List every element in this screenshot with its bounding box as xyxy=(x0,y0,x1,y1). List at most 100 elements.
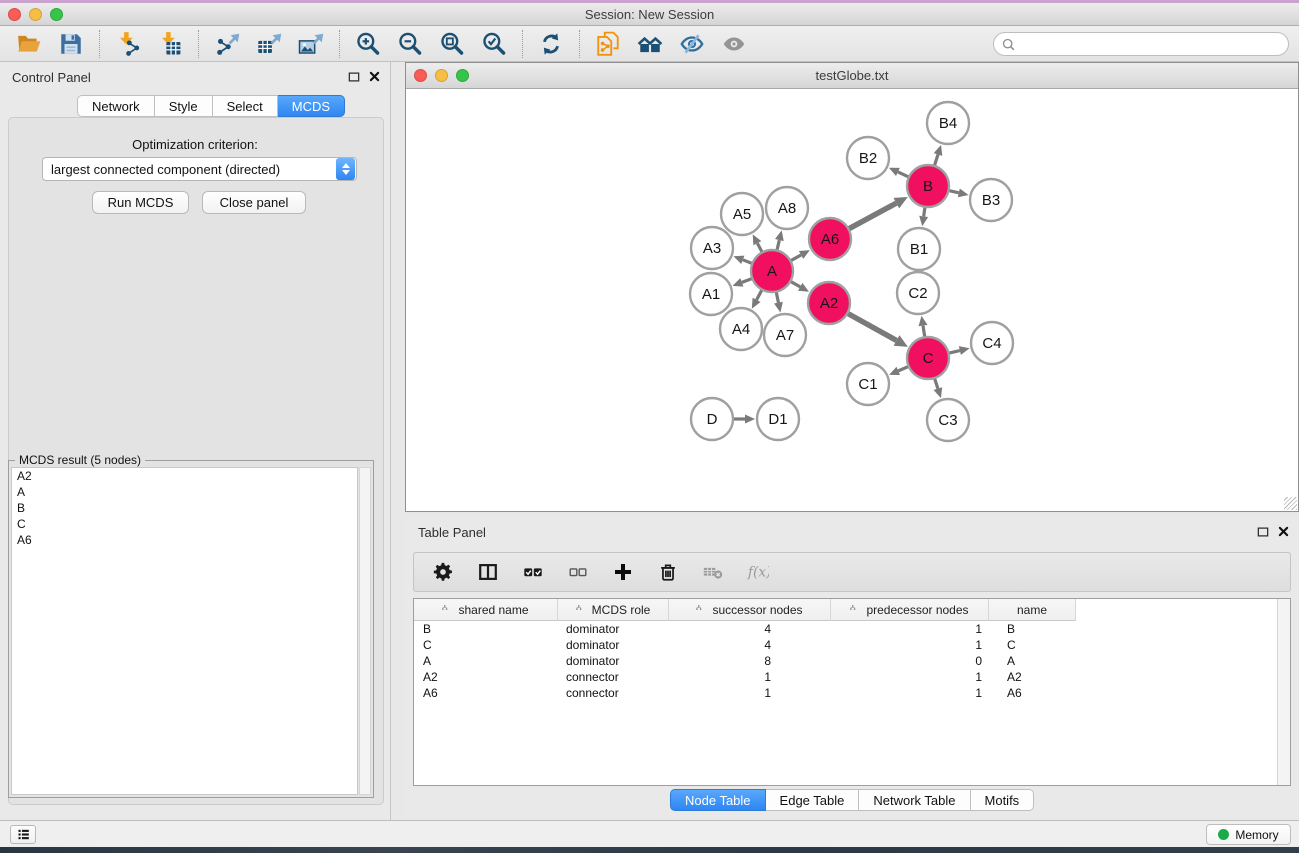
graph-node-A3[interactable]: A3 xyxy=(691,227,733,269)
export-table-button[interactable] xyxy=(248,28,290,60)
graph-edge-A-A5[interactable] xyxy=(753,234,763,254)
hide-graphics-details-button[interactable] xyxy=(671,28,713,60)
delete-column-button[interactable] xyxy=(653,557,683,587)
graph-node-A4[interactable]: A4 xyxy=(720,308,762,350)
graph-node-C2[interactable]: C2 xyxy=(897,272,939,314)
search-input[interactable] xyxy=(1016,34,1288,54)
graph-edge-D-D1[interactable] xyxy=(731,415,755,424)
graph-edge-A-A6[interactable] xyxy=(789,250,810,262)
graph-edge-A-A7[interactable] xyxy=(774,290,783,313)
table-cell[interactable]: 1 xyxy=(831,621,989,637)
close-panel-icon[interactable] xyxy=(367,69,382,84)
mcds-result-item[interactable]: A xyxy=(12,484,357,500)
table-cell[interactable]: 1 xyxy=(831,685,989,701)
table-cell[interactable]: connector xyxy=(558,685,669,701)
column-header-shared-name[interactable]: shared name xyxy=(414,599,558,621)
import-network-button[interactable] xyxy=(107,28,149,60)
mcds-result-item[interactable]: A6 xyxy=(12,532,357,548)
table-cell[interactable]: 1 xyxy=(669,685,831,701)
tab-select[interactable]: Select xyxy=(213,95,278,117)
export-image-button[interactable] xyxy=(290,28,332,60)
table-row[interactable]: A2connector11A2 xyxy=(414,669,1290,685)
close-panel-button[interactable]: Close panel xyxy=(202,191,306,214)
mcds-result-item[interactable]: C xyxy=(12,516,357,532)
task-history-button[interactable] xyxy=(10,825,36,844)
table-cell[interactable]: B xyxy=(414,621,558,637)
table-row[interactable]: Bdominator41B xyxy=(414,621,1290,637)
split-view-button[interactable] xyxy=(473,557,503,587)
graph-node-A2[interactable]: A2 xyxy=(808,282,850,324)
graph-node-B2[interactable]: B2 xyxy=(847,137,889,179)
duplicate-network-button[interactable] xyxy=(587,28,629,60)
graph-edge-A-A4[interactable] xyxy=(752,288,763,309)
float-table-panel-icon[interactable] xyxy=(1255,524,1270,539)
graph-node-D1[interactable]: D1 xyxy=(757,398,799,440)
table-cell[interactable]: dominator xyxy=(558,653,669,669)
table-cell[interactable]: A6 xyxy=(414,685,558,701)
search-box[interactable] xyxy=(993,32,1289,56)
table-cell[interactable]: dominator xyxy=(558,621,669,637)
graph-edge-A-A3[interactable] xyxy=(733,256,754,265)
table-cell[interactable]: dominator xyxy=(558,637,669,653)
tab-network[interactable]: Network xyxy=(77,95,155,117)
graph-node-C4[interactable]: C4 xyxy=(971,322,1013,364)
table-cell[interactable]: A2 xyxy=(414,669,558,685)
zoom-fit-button[interactable] xyxy=(431,28,473,60)
graph-edge-C-C3[interactable] xyxy=(934,376,943,398)
graph-node-A7[interactable]: A7 xyxy=(764,314,806,356)
column-header-MCDS-role[interactable]: MCDS role xyxy=(558,599,669,621)
result-list-scrollbar[interactable] xyxy=(359,467,371,795)
table-cell[interactable]: B xyxy=(989,621,1076,637)
table-cell[interactable]: connector xyxy=(558,669,669,685)
tab-mcds[interactable]: MCDS xyxy=(278,95,345,117)
graph-edge-A-A1[interactable] xyxy=(733,278,755,287)
home-button[interactable] xyxy=(629,28,671,60)
graph-node-A8[interactable]: A8 xyxy=(766,187,808,229)
tab-edge-table[interactable]: Edge Table xyxy=(766,789,860,811)
table-cell[interactable]: A xyxy=(414,653,558,669)
table-cell[interactable]: 0 xyxy=(831,653,989,669)
graph-node-B1[interactable]: B1 xyxy=(898,228,940,270)
graph-edge-A6-B[interactable] xyxy=(847,197,908,230)
table-cell[interactable]: C xyxy=(989,637,1076,653)
zoom-selected-button[interactable] xyxy=(473,28,515,60)
table-cell[interactable]: A6 xyxy=(989,685,1076,701)
column-header-name[interactable]: name xyxy=(989,599,1076,621)
graph-edge-B-B2[interactable] xyxy=(889,168,911,178)
table-row[interactable]: A6connector11A6 xyxy=(414,685,1290,701)
graph-node-C1[interactable]: C1 xyxy=(847,363,889,405)
graph-node-A1[interactable]: A1 xyxy=(690,273,732,315)
graph-node-A5[interactable]: A5 xyxy=(721,193,763,235)
mcds-result-item[interactable]: B xyxy=(12,500,357,516)
graph-edge-C-C1[interactable] xyxy=(889,366,910,375)
add-column-button[interactable] xyxy=(608,557,638,587)
tab-motifs[interactable]: Motifs xyxy=(971,789,1035,811)
table-cell[interactable]: 4 xyxy=(669,637,831,653)
graph-edge-A-A2[interactable] xyxy=(789,280,809,291)
column-header-predecessor-nodes[interactable]: predecessor nodes xyxy=(831,599,989,621)
table-scrollbar[interactable] xyxy=(1277,599,1290,785)
graph-node-B[interactable]: B xyxy=(907,165,949,207)
table-row[interactable]: Adominator80A xyxy=(414,653,1290,669)
table-cell[interactable]: 1 xyxy=(669,669,831,685)
zoom-out-button[interactable] xyxy=(389,28,431,60)
graph-edge-C-C4[interactable] xyxy=(946,346,969,355)
graph-edge-C-C2[interactable] xyxy=(919,316,928,339)
table-cell[interactable]: A2 xyxy=(989,669,1076,685)
graph-node-C[interactable]: C xyxy=(907,337,949,379)
run-mcds-button[interactable]: Run MCDS xyxy=(92,191,189,214)
open-session-button[interactable] xyxy=(8,28,50,60)
table-cell[interactable]: 1 xyxy=(831,669,989,685)
tab-style[interactable]: Style xyxy=(155,95,213,117)
resize-grip[interactable] xyxy=(1284,497,1297,510)
deselect-all-button[interactable] xyxy=(563,557,593,587)
column-header-successor-nodes[interactable]: successor nodes xyxy=(669,599,831,621)
mcds-result-item[interactable]: A2 xyxy=(12,468,357,484)
export-network-button[interactable] xyxy=(206,28,248,60)
table-row[interactable]: Cdominator41C xyxy=(414,637,1290,653)
network-window-titlebar[interactable]: testGlobe.txt xyxy=(406,63,1298,89)
network-graph[interactable]: AA1A2A3A4A5A6A7A8BB1B2B3B4CC1C2C3C4DD1 xyxy=(407,90,1297,511)
show-graphics-details-button[interactable] xyxy=(713,28,755,60)
zoom-in-button[interactable] xyxy=(347,28,389,60)
table-cell[interactable]: 8 xyxy=(669,653,831,669)
